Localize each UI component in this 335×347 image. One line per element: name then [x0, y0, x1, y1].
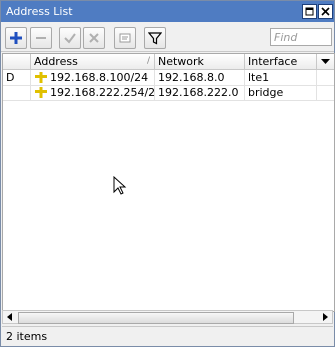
x-icon: [89, 33, 99, 43]
row-interface: bridge: [245, 85, 317, 100]
row-flag: D: [3, 70, 31, 85]
close-button[interactable]: [318, 4, 333, 19]
table-header: Address / Network Interface: [3, 54, 334, 70]
horizontal-scrollbar[interactable]: [2, 310, 333, 324]
toolbar: [1, 23, 334, 52]
search-input[interactable]: [270, 28, 332, 46]
column-header-network[interactable]: Network: [155, 54, 245, 69]
item-count: 2 items: [6, 330, 48, 343]
plus-icon: [10, 32, 22, 44]
row-network: 192.168.8.0: [155, 70, 245, 85]
remove-button[interactable]: [30, 27, 52, 49]
mouse-cursor-icon: [113, 176, 127, 195]
address-table: Address / Network Interface D 192.168.8.…: [2, 53, 335, 312]
arrow-left-icon: [7, 313, 12, 321]
comment-icon: [119, 33, 131, 43]
title-bar[interactable]: Address List: [1, 1, 334, 22]
row-interface: lte1: [245, 70, 317, 85]
filter-button[interactable]: [144, 27, 166, 49]
row-flag: [3, 85, 31, 100]
filter-icon: [148, 32, 162, 45]
arrow-right-icon: [323, 313, 328, 321]
disable-button[interactable]: [83, 27, 105, 49]
enable-button[interactable]: [59, 27, 81, 49]
row-address: 192.168.222.254/24: [31, 85, 155, 100]
scroll-right-button[interactable]: [318, 311, 332, 323]
table-row[interactable]: D 192.168.8.100/24 192.168.8.0 lte1: [3, 70, 334, 86]
scrollbar-thumb[interactable]: [18, 312, 294, 324]
row-address-text: 192.168.222.254/24: [50, 86, 155, 99]
close-icon: [321, 7, 330, 16]
comment-button[interactable]: [114, 27, 136, 49]
address-list-window: Address List Find Address / Network Inte…: [0, 0, 335, 347]
scroll-left-button[interactable]: [3, 311, 17, 323]
window-title: Address List: [6, 5, 73, 18]
chevron-down-icon: [321, 59, 330, 64]
column-header-address[interactable]: Address /: [31, 54, 155, 69]
minus-icon: [36, 37, 46, 39]
row-address-text: 192.168.8.100/24: [50, 71, 149, 84]
column-menu-button[interactable]: [317, 54, 334, 69]
status-bar: 2 items: [2, 326, 333, 346]
restore-icon: [305, 7, 314, 16]
row-address: 192.168.8.100/24: [31, 70, 155, 85]
column-header-address-label: Address: [34, 55, 78, 68]
sort-indicator-icon: /: [146, 56, 150, 66]
restore-button[interactable]: [302, 4, 317, 19]
column-header-flag[interactable]: [3, 54, 31, 69]
column-header-interface[interactable]: Interface: [245, 54, 317, 69]
check-icon: [64, 33, 76, 44]
address-plus-icon: [35, 72, 47, 83]
address-plus-icon: [35, 87, 47, 98]
table-row[interactable]: 192.168.222.254/24 192.168.222.0 bridge: [3, 85, 334, 101]
row-network: 192.168.222.0: [155, 85, 245, 100]
add-button[interactable]: [5, 27, 27, 49]
